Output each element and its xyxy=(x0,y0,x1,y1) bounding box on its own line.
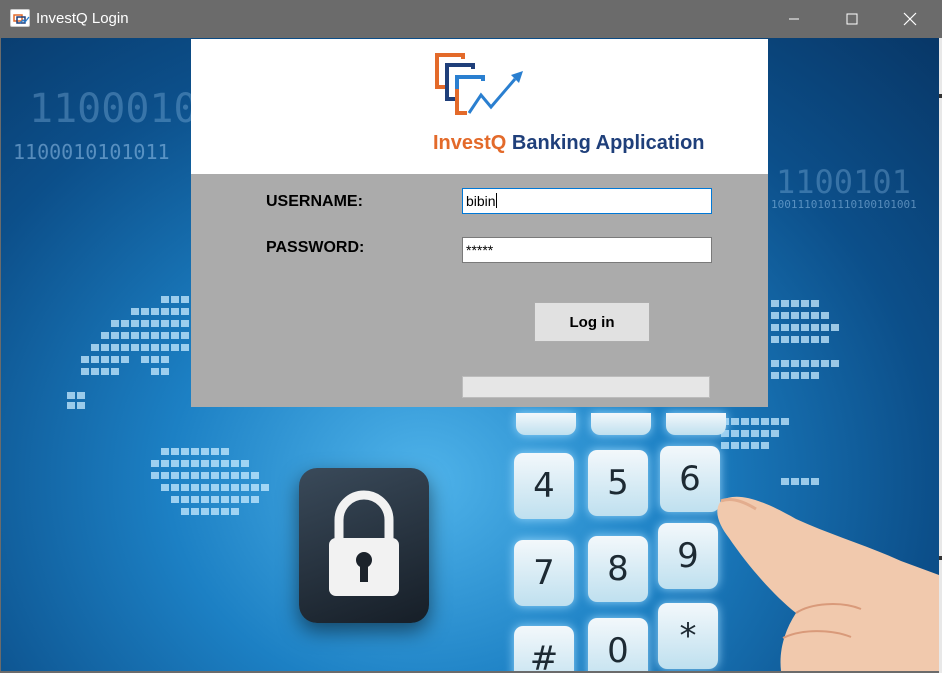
keypad-key-partial xyxy=(516,413,576,435)
keypad-key: # xyxy=(514,626,574,671)
app-brand-title: InvestQ Banking Application xyxy=(433,132,705,155)
text-caret xyxy=(495,193,497,208)
login-form: USERNAME: bibin PASSWORD: ***** Log in xyxy=(191,174,768,407)
brand-suffix: Banking Application xyxy=(506,132,705,154)
minimize-button[interactable] xyxy=(765,0,823,38)
username-value: bibin xyxy=(466,193,496,209)
keypad-key: 0 xyxy=(588,618,648,671)
close-button[interactable] xyxy=(881,0,939,38)
login-button[interactable]: Log in xyxy=(534,302,650,342)
password-label: PASSWORD: xyxy=(266,239,365,256)
password-value: ***** xyxy=(466,242,494,258)
investq-logo-icon xyxy=(435,53,523,115)
lock-tile xyxy=(299,468,429,623)
close-icon xyxy=(903,12,917,26)
keypad-key: 4 xyxy=(514,453,574,519)
keypad-key-partial xyxy=(666,413,726,435)
minimize-icon xyxy=(789,18,799,20)
padlock-icon xyxy=(329,490,399,596)
username-label: USERNAME: xyxy=(266,193,363,210)
keypad-key: 8 xyxy=(588,536,648,602)
maximize-button[interactable] xyxy=(823,0,881,38)
maximize-icon xyxy=(846,13,858,25)
pointing-hand-illustration xyxy=(717,496,939,671)
logo-panel: InvestQ Banking Application xyxy=(191,39,768,174)
keypad-key: 5 xyxy=(588,450,648,516)
password-input[interactable]: ***** xyxy=(462,237,712,263)
window-title: InvestQ Login xyxy=(36,10,129,27)
investq-app-icon[interactable] xyxy=(10,9,30,27)
keypad-key-partial xyxy=(591,413,651,435)
title-bar[interactable]: InvestQ Login xyxy=(0,0,942,38)
keypad-key: 7 xyxy=(514,540,574,606)
brand-name: InvestQ xyxy=(433,132,507,154)
username-input[interactable]: bibin xyxy=(462,188,712,214)
login-progress-bar xyxy=(462,376,710,398)
